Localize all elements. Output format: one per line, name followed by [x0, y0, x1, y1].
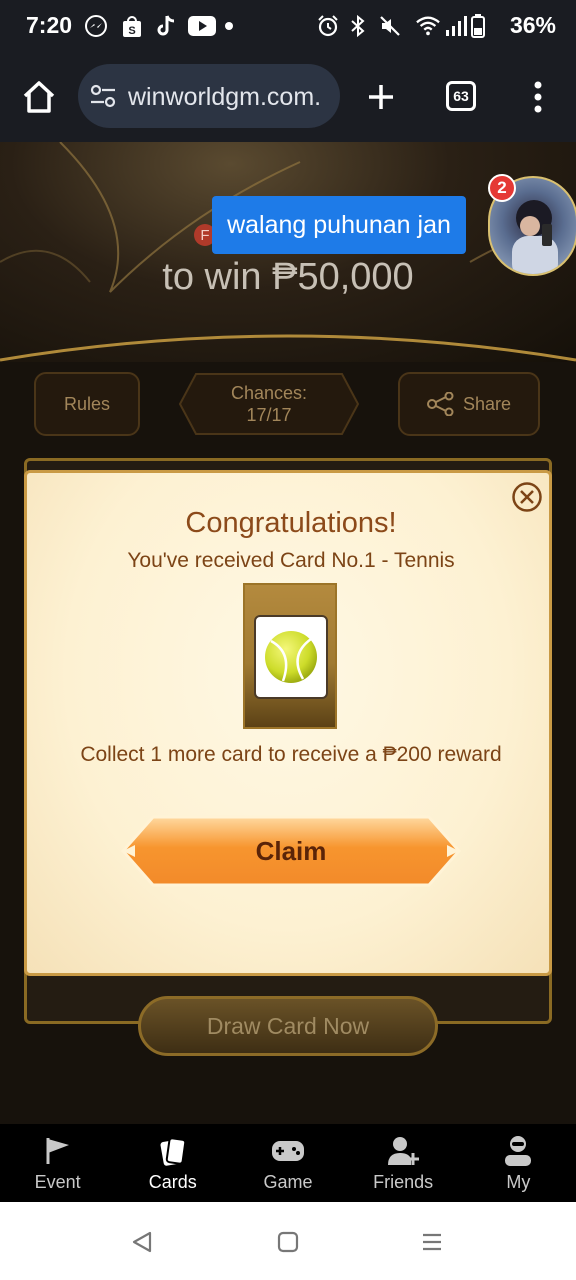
alarm-icon: [316, 14, 340, 38]
card-face: [254, 615, 328, 699]
add-friend-icon: [346, 1134, 461, 1168]
more-vert-icon[interactable]: [526, 80, 550, 114]
battery-percent: 36%: [509, 12, 556, 38]
browser-toolbar: winworldgm.com. 63: [0, 56, 576, 142]
nav-my-label: My: [506, 1172, 531, 1192]
share-button[interactable]: Share: [398, 372, 540, 436]
chat-unread-badge: 2: [488, 174, 516, 202]
share-label: Share: [462, 394, 512, 414]
chances-label: Chances:: [230, 383, 308, 403]
chances-indicator: Chances: 17/17: [178, 372, 360, 436]
hero-title: to win ₱50,000: [162, 256, 414, 298]
nav-game[interactable]: Game: [230, 1124, 345, 1202]
nav-event-label: Event: [34, 1172, 81, 1192]
nav-cards-label: Cards: [148, 1172, 197, 1192]
hero-banner: F to win ₱50,000 walang puhunan jan 2: [0, 142, 576, 362]
back-icon[interactable]: [130, 1230, 154, 1254]
nav-friends[interactable]: Friends: [346, 1124, 461, 1202]
chat-head-message[interactable]: walang puhunan jan: [212, 196, 466, 254]
nav-cards[interactable]: Cards: [115, 1124, 230, 1202]
gamepad-icon: [230, 1134, 345, 1168]
collect-message: Collect 1 more card to receive a ₱200 re…: [80, 743, 502, 766]
url-bar[interactable]: winworldgm.com.: [78, 64, 340, 128]
system-nav-bar: [0, 1202, 576, 1280]
battery-icon: [470, 14, 486, 38]
tennis-ball-icon: [263, 629, 319, 685]
congratulations-modal: Congratulations! You've received Card No…: [24, 470, 552, 976]
modal-title: Congratulations!: [185, 507, 397, 539]
share-icon: [426, 392, 455, 416]
modal-subtitle: You've received Card No.1 - Tennis: [127, 549, 455, 572]
cards-icon: [115, 1134, 230, 1168]
draw-card-label: Draw Card Now: [206, 1012, 370, 1039]
chances-value: 17/17: [246, 405, 292, 425]
claim-label: Claim: [255, 835, 327, 866]
tab-count: 63: [453, 88, 469, 104]
tabs-button[interactable]: 63: [446, 81, 476, 111]
tiktok-icon: [154, 14, 178, 38]
received-card: [243, 583, 337, 729]
url-text: winworldgm.com.: [128, 83, 322, 111]
wifi-icon: [416, 14, 440, 38]
plus-icon[interactable]: [366, 82, 396, 112]
signal-icon: [444, 14, 468, 38]
profile-icon: [461, 1134, 576, 1168]
youtube-icon: [188, 14, 216, 38]
recents-icon[interactable]: [420, 1230, 444, 1254]
site-settings-icon[interactable]: [90, 84, 116, 108]
status-bar: 7:20 S 36%: [0, 0, 576, 56]
status-time: 7:20: [26, 12, 73, 38]
home-icon[interactable]: [20, 78, 58, 116]
mute-icon: [378, 14, 402, 38]
dot-icon: [222, 14, 236, 38]
claim-button[interactable]: Claim: [121, 815, 461, 887]
svg-text:S: S: [128, 25, 135, 37]
draw-card-button[interactable]: Draw Card Now: [138, 996, 438, 1056]
flag-icon: [0, 1134, 115, 1168]
nav-event[interactable]: Event: [0, 1124, 115, 1202]
rules-label: Rules: [63, 394, 111, 414]
rules-button[interactable]: Rules: [34, 372, 140, 436]
bluetooth-icon: [346, 14, 370, 38]
nav-game-label: Game: [263, 1172, 313, 1192]
nav-my[interactable]: My: [461, 1124, 576, 1202]
shopee-icon: S: [120, 14, 144, 38]
nav-friends-label: Friends: [373, 1172, 434, 1192]
messenger-icon: [84, 14, 108, 38]
home-square-icon[interactable]: [276, 1230, 300, 1254]
bottom-nav: Event Cards Game Friends My: [0, 1124, 576, 1202]
